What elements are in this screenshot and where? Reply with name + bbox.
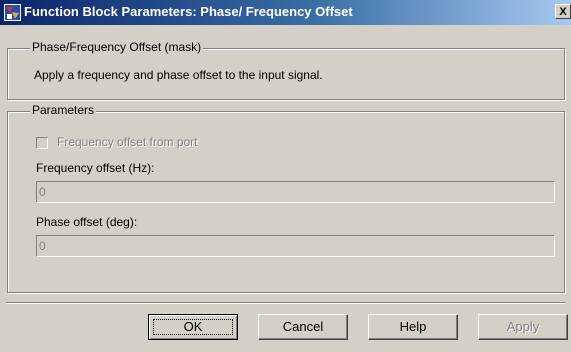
apply-button-label: Apply [506,319,540,334]
phase-offset-label: Phase offset (deg): [36,215,138,229]
frequency-offset-field[interactable]: 0 [36,181,555,203]
help-button-label: Help [399,319,427,334]
help-button[interactable]: Help [368,314,458,340]
frequency-offset-from-port-label: Frequency offset from port [57,135,198,149]
window-title: Function Block Parameters: Phase/ Freque… [24,4,353,19]
cancel-button[interactable]: Cancel [258,314,348,340]
mask-description: Apply a frequency and phase offset to th… [34,68,323,82]
focus-ring [153,319,233,335]
title-bar[interactable]: Function Block Parameters: Phase/ Freque… [0,0,571,25]
parameters-group-legend: Parameters [30,103,97,117]
apply-button[interactable]: Apply [478,314,568,340]
close-icon: X [559,6,567,18]
ok-button[interactable]: OK [148,314,238,340]
phase-offset-field[interactable]: 0 [36,235,555,257]
frequency-offset-label: Frequency offset (Hz): [36,161,155,175]
mask-group-legend: Phase/Frequency Offset (mask) [30,40,204,54]
simulink-block-icon [4,4,21,21]
frequency-offset-from-port-checkbox[interactable] [36,137,48,149]
cancel-button-label: Cancel [282,319,324,334]
button-separator [6,302,565,304]
close-button[interactable]: X [555,4,571,19]
